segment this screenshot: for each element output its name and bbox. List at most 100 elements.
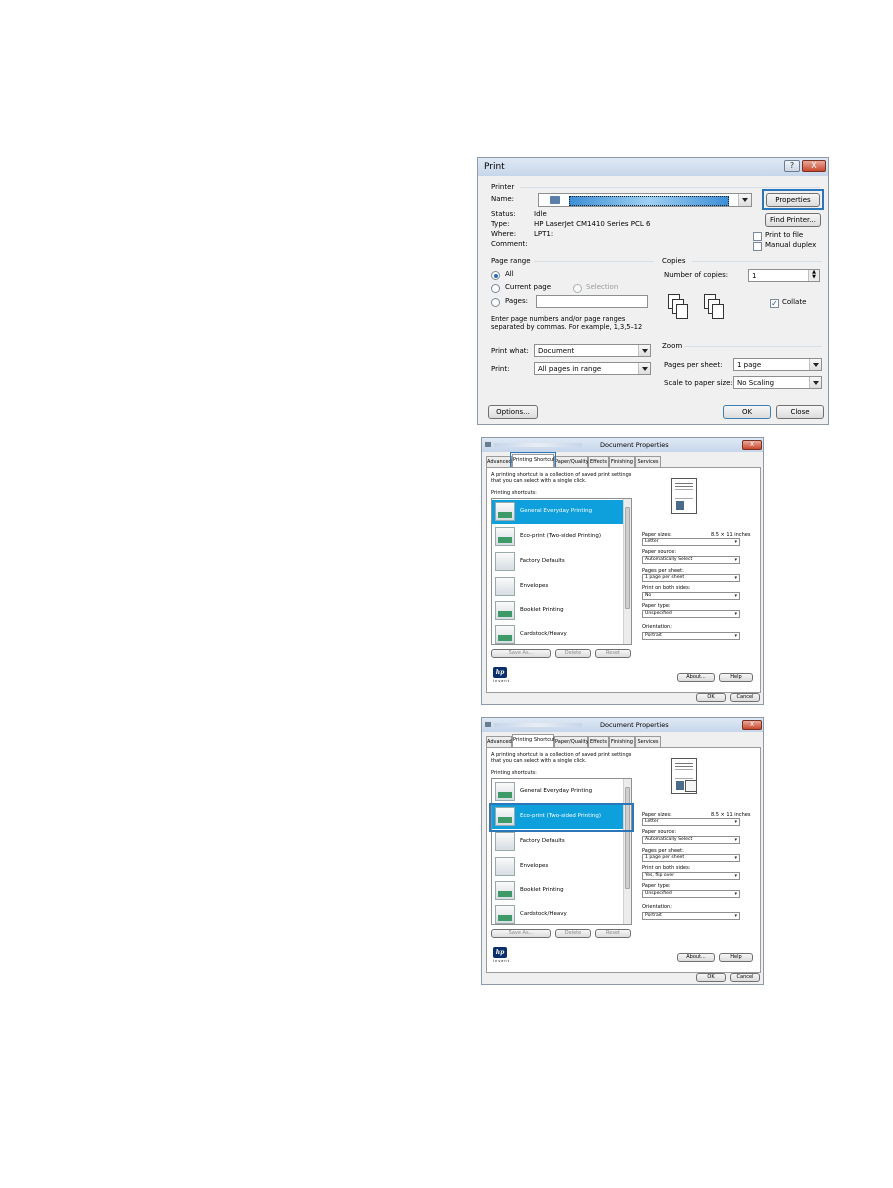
- tab-paper-quality[interactable]: Paper/Quality: [554, 736, 589, 747]
- print-select[interactable]: All pages in range: [534, 362, 651, 375]
- paper-type-select[interactable]: Unspecified: [642, 890, 740, 898]
- shortcuts-scrollbar[interactable]: [623, 779, 631, 924]
- options-button[interactable]: Options...: [488, 405, 538, 419]
- ok-button[interactable]: OK: [723, 405, 771, 419]
- pages-per-sheet-prop-select[interactable]: 1 page per sheet: [642, 854, 740, 862]
- shortcut-item[interactable]: Booklet Printing: [492, 879, 624, 903]
- shortcut-item[interactable]: Factory Defaults: [492, 830, 624, 854]
- orientation-select[interactable]: Portrait: [642, 632, 740, 640]
- all-pages-radio[interactable]: [491, 271, 500, 280]
- hp-logo-caption: invent: [493, 959, 511, 963]
- printer-name-dropdown-arrow[interactable]: [738, 194, 751, 206]
- doc-props-close-button[interactable]: X: [742, 440, 762, 450]
- paper-type-select[interactable]: Unspecified: [642, 610, 740, 618]
- both-sides-select[interactable]: No: [642, 592, 740, 600]
- save-as-button[interactable]: Save As...: [491, 649, 551, 658]
- scale-to-paper-select[interactable]: No Scaling: [733, 376, 822, 389]
- close-button[interactable]: Close: [776, 405, 824, 419]
- pages-per-sheet-dropdown-arrow[interactable]: [809, 359, 821, 370]
- tab-effects[interactable]: Effects: [588, 736, 609, 747]
- shortcut-item[interactable]: General Everyday Printing: [492, 500, 624, 524]
- paper-source-select[interactable]: Automatically Select: [642, 836, 740, 844]
- tab-advanced[interactable]: Advanced: [486, 736, 512, 747]
- doc-props-title: Document Properties: [600, 721, 669, 729]
- shortcut-icon: [495, 527, 515, 546]
- tab-paper-quality[interactable]: Paper/Quality: [554, 456, 589, 467]
- print-to-file-checkbox[interactable]: [753, 232, 762, 241]
- reset-button[interactable]: Reset: [595, 929, 631, 938]
- help-button[interactable]: Help: [719, 673, 753, 682]
- doc-props-close-button[interactable]: X: [742, 720, 762, 730]
- both-sides-select[interactable]: Yes, flip over: [642, 872, 740, 880]
- shortcut-item[interactable]: Cardstock/Heavy: [492, 623, 624, 644]
- shortcuts-list[interactable]: General Everyday Printing Eco-print (Two…: [491, 778, 632, 925]
- tab-effects[interactable]: Effects: [588, 456, 609, 467]
- hp-logo-caption: invent: [493, 679, 511, 683]
- tab-finishing[interactable]: Finishing: [609, 456, 635, 467]
- about-button[interactable]: About...: [677, 953, 715, 962]
- scroll-thumb[interactable]: [625, 507, 630, 609]
- doc-props-ok-button[interactable]: OK: [696, 973, 726, 982]
- pages-input[interactable]: [536, 295, 648, 308]
- print-dialog-title: Print: [484, 162, 505, 172]
- manual-duplex-checkbox[interactable]: [753, 242, 762, 251]
- shortcut-item[interactable]: Factory Defaults: [492, 550, 624, 574]
- printer-group-line: [520, 187, 820, 188]
- orientation-select[interactable]: Portrait: [642, 912, 740, 920]
- copies-input[interactable]: 1 ▲ ▼: [748, 269, 820, 282]
- preview-chart: [676, 781, 684, 790]
- document-properties-dialog-duplex: Document Properties X Advanced Printing …: [481, 717, 764, 985]
- scale-to-paper-label: Scale to paper size:: [664, 379, 733, 387]
- selection-label: Selection: [586, 283, 619, 291]
- tab-services[interactable]: Services: [635, 736, 661, 747]
- find-printer-button[interactable]: Find Printer...: [765, 213, 821, 227]
- tab-advanced[interactable]: Advanced: [486, 456, 512, 467]
- reset-button[interactable]: Reset: [595, 649, 631, 658]
- save-as-button[interactable]: Save As...: [491, 929, 551, 938]
- print-what-select[interactable]: Document: [534, 344, 651, 357]
- preview-lines: [675, 489, 693, 499]
- close-title-button[interactable]: X: [802, 160, 826, 172]
- tab-finishing[interactable]: Finishing: [609, 736, 635, 747]
- shortcut-icon: [495, 552, 515, 571]
- printer-icon: [550, 196, 560, 204]
- tab-printing-shortcuts[interactable]: Printing Shortcuts: [512, 734, 558, 747]
- delete-button[interactable]: Delete: [555, 929, 591, 938]
- help-button[interactable]: Help: [719, 953, 753, 962]
- current-page-radio[interactable]: [491, 284, 500, 293]
- shortcut-icon: [495, 832, 515, 851]
- pages-per-sheet-prop-select[interactable]: 1 page per sheet: [642, 574, 740, 582]
- shortcut-item[interactable]: General Everyday Printing: [492, 780, 624, 804]
- printer-name-select[interactable]: [538, 193, 752, 207]
- pages-per-sheet-select[interactable]: 1 page: [733, 358, 822, 371]
- tab-services[interactable]: Services: [635, 456, 661, 467]
- doc-props-cancel-button[interactable]: Cancel: [730, 693, 760, 702]
- shortcuts-scrollbar[interactable]: [623, 499, 631, 644]
- print-label: Print:: [491, 365, 510, 373]
- about-button[interactable]: About...: [677, 673, 715, 682]
- selection-radio[interactable]: [573, 284, 582, 293]
- copies-spinner[interactable]: ▲ ▼: [808, 270, 819, 281]
- pages-radio[interactable]: [491, 298, 500, 307]
- print-dropdown-arrow[interactable]: [638, 363, 650, 374]
- shortcut-item[interactable]: Booklet Printing: [492, 599, 624, 623]
- scale-dropdown-arrow[interactable]: [809, 377, 821, 388]
- doc-props-ok-button[interactable]: OK: [696, 693, 726, 702]
- print-what-label: Print what:: [491, 347, 529, 355]
- delete-button[interactable]: Delete: [555, 649, 591, 658]
- shortcuts-list[interactable]: General Everyday Printing Eco-print (Two…: [491, 498, 632, 645]
- zoom-group-line: [684, 346, 822, 347]
- shortcut-item[interactable]: Cardstock/Heavy: [492, 903, 624, 924]
- print-what-dropdown-arrow[interactable]: [638, 345, 650, 356]
- shortcut-item[interactable]: Envelopes: [492, 575, 624, 599]
- properties-button[interactable]: Properties: [766, 193, 820, 207]
- doc-props-cancel-button[interactable]: Cancel: [730, 973, 760, 982]
- paper-size-select[interactable]: Letter: [642, 818, 740, 826]
- collate-checkbox[interactable]: ✓: [770, 299, 779, 308]
- help-title-button[interactable]: ?: [784, 160, 800, 172]
- shortcut-item[interactable]: Eco-print (Two-sided Printing): [492, 525, 624, 549]
- paper-source-select[interactable]: Automatically Select: [642, 556, 740, 564]
- doc-props-title-redacted: [494, 443, 582, 447]
- paper-size-select[interactable]: Letter: [642, 538, 740, 546]
- shortcut-item[interactable]: Envelopes: [492, 855, 624, 879]
